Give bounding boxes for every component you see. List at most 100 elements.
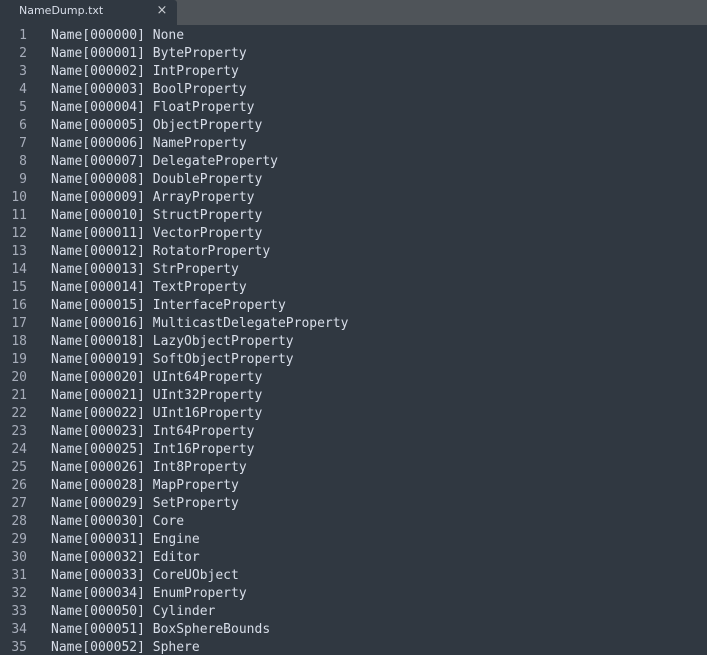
- line-text[interactable]: Name[000029] SetProperty: [51, 495, 239, 513]
- line-text[interactable]: Name[000022] UInt16Property: [51, 405, 262, 423]
- code-line[interactable]: 8 Name[000007] DelegateProperty: [0, 153, 707, 171]
- line-number: 11: [11, 208, 27, 223]
- line-text[interactable]: Name[000030] Core: [51, 513, 184, 531]
- line-text[interactable]: Name[000033] CoreUObject: [51, 567, 239, 585]
- line-number: 4: [19, 82, 27, 97]
- line-number: 29: [11, 532, 27, 547]
- tab-namedump[interactable]: NameDump.txt ×: [0, 0, 177, 25]
- code-line[interactable]: 32 Name[000034] EnumProperty: [0, 585, 707, 603]
- code-line[interactable]: 9 Name[000008] DoubleProperty: [0, 171, 707, 189]
- line-number: 19: [11, 352, 27, 367]
- code-line[interactable]: 31 Name[000033] CoreUObject: [0, 567, 707, 585]
- line-number: 6: [19, 118, 27, 133]
- code-line[interactable]: 19 Name[000019] SoftObjectProperty: [0, 351, 707, 369]
- line-text[interactable]: Name[000023] Int64Property: [51, 423, 255, 441]
- code-line[interactable]: 10 Name[000009] ArrayProperty: [0, 189, 707, 207]
- line-text[interactable]: Name[000001] ByteProperty: [51, 45, 247, 63]
- line-text[interactable]: Name[000019] SoftObjectProperty: [51, 351, 294, 369]
- line-text[interactable]: Name[000015] InterfaceProperty: [51, 297, 286, 315]
- code-line[interactable]: 6 Name[000005] ObjectProperty: [0, 117, 707, 135]
- code-line[interactable]: 23 Name[000023] Int64Property: [0, 423, 707, 441]
- code-line[interactable]: 25 Name[000026] Int8Property: [0, 459, 707, 477]
- line-number: 21: [11, 388, 27, 403]
- line-number: 5: [19, 100, 27, 115]
- code-line[interactable]: 12 Name[000011] VectorProperty: [0, 225, 707, 243]
- tab-title: NameDump.txt: [19, 4, 104, 17]
- line-text[interactable]: Name[000014] TextProperty: [51, 279, 247, 297]
- line-text[interactable]: Name[000018] LazyObjectProperty: [51, 333, 294, 351]
- line-number: 16: [11, 298, 27, 313]
- line-number: 18: [11, 334, 27, 349]
- code-line[interactable]: 33 Name[000050] Cylinder: [0, 603, 707, 621]
- code-line[interactable]: 3 Name[000002] IntProperty: [0, 63, 707, 81]
- line-number: 14: [11, 262, 27, 277]
- tab-bar: NameDump.txt ×: [0, 0, 707, 25]
- code-line[interactable]: 17 Name[000016] MulticastDelegateProperty: [0, 315, 707, 333]
- line-number: 28: [11, 514, 27, 529]
- line-text[interactable]: Name[000008] DoubleProperty: [51, 171, 262, 189]
- line-text[interactable]: Name[000005] ObjectProperty: [51, 117, 262, 135]
- code-line[interactable]: 7 Name[000006] NameProperty: [0, 135, 707, 153]
- code-line[interactable]: 30 Name[000032] Editor: [0, 549, 707, 567]
- line-text[interactable]: Name[000000] None: [51, 27, 184, 45]
- code-line[interactable]: 16 Name[000015] InterfaceProperty: [0, 297, 707, 315]
- code-line[interactable]: 34 Name[000051] BoxSphereBounds: [0, 621, 707, 639]
- line-text[interactable]: Name[000003] BoolProperty: [51, 81, 247, 99]
- code-line[interactable]: 18 Name[000018] LazyObjectProperty: [0, 333, 707, 351]
- line-text[interactable]: Name[000013] StrProperty: [51, 261, 239, 279]
- line-number: 35: [11, 640, 27, 655]
- line-text[interactable]: Name[000006] NameProperty: [51, 135, 247, 153]
- code-line[interactable]: 15 Name[000014] TextProperty: [0, 279, 707, 297]
- code-line[interactable]: 29 Name[000031] Engine: [0, 531, 707, 549]
- line-text[interactable]: Name[000011] VectorProperty: [51, 225, 262, 243]
- line-number: 2: [19, 46, 27, 61]
- line-text[interactable]: Name[000031] Engine: [51, 531, 200, 549]
- line-text[interactable]: Name[000010] StructProperty: [51, 207, 262, 225]
- line-number: 7: [19, 136, 27, 151]
- code-line[interactable]: 2 Name[000001] ByteProperty: [0, 45, 707, 63]
- line-text[interactable]: Name[000012] RotatorProperty: [51, 243, 270, 261]
- code-line[interactable]: 11 Name[000010] StructProperty: [0, 207, 707, 225]
- line-text[interactable]: Name[000026] Int8Property: [51, 459, 247, 477]
- code-line[interactable]: 5 Name[000004] FloatProperty: [0, 99, 707, 117]
- code-line[interactable]: 4 Name[000003] BoolProperty: [0, 81, 707, 99]
- line-text[interactable]: Name[000025] Int16Property: [51, 441, 255, 459]
- line-number: 22: [11, 406, 27, 421]
- line-text[interactable]: Name[000016] MulticastDelegateProperty: [51, 315, 348, 333]
- line-text[interactable]: Name[000009] ArrayProperty: [51, 189, 255, 207]
- code-line[interactable]: 13 Name[000012] RotatorProperty: [0, 243, 707, 261]
- line-text[interactable]: Name[000007] DelegateProperty: [51, 153, 278, 171]
- line-number: 20: [11, 370, 27, 385]
- line-number: 1: [19, 28, 27, 43]
- code-line[interactable]: 35 Name[000052] Sphere: [0, 639, 707, 655]
- code-line[interactable]: 14 Name[000013] StrProperty: [0, 261, 707, 279]
- line-text[interactable]: Name[000051] BoxSphereBounds: [51, 621, 270, 639]
- line-text[interactable]: Name[000002] IntProperty: [51, 63, 239, 81]
- code-line[interactable]: 24 Name[000025] Int16Property: [0, 441, 707, 459]
- code-line[interactable]: 21 Name[000021] UInt32Property: [0, 387, 707, 405]
- code-line[interactable]: 20 Name[000020] UInt64Property: [0, 369, 707, 387]
- line-text[interactable]: Name[000020] UInt64Property: [51, 369, 262, 387]
- code-line[interactable]: 22 Name[000022] UInt16Property: [0, 405, 707, 423]
- line-number: 12: [11, 226, 27, 241]
- line-number: 30: [11, 550, 27, 565]
- line-number: 25: [11, 460, 27, 475]
- code-line[interactable]: 28 Name[000030] Core: [0, 513, 707, 531]
- line-text[interactable]: Name[000004] FloatProperty: [51, 99, 255, 117]
- line-number: 8: [19, 154, 27, 169]
- code-editor[interactable]: 1 Name[000000] None 2 Name[000001] ByteProp…: [0, 27, 707, 655]
- line-text[interactable]: Name[000032] Editor: [51, 549, 200, 567]
- line-text[interactable]: Name[000028] MapProperty: [51, 477, 239, 495]
- code-line[interactable]: 1 Name[000000] None: [0, 27, 707, 45]
- code-line[interactable]: 27 Name[000029] SetProperty: [0, 495, 707, 513]
- line-text[interactable]: Name[000021] UInt32Property: [51, 387, 262, 405]
- line-number: 13: [11, 244, 27, 259]
- line-number: 10: [11, 190, 27, 205]
- line-number: 23: [11, 424, 27, 439]
- close-icon[interactable]: ×: [153, 2, 171, 20]
- text-editor-window: NameDump.txt × 1 Name[000000] None 2 Name[0…: [0, 0, 707, 655]
- line-text[interactable]: Name[000050] Cylinder: [51, 603, 215, 621]
- code-line[interactable]: 26 Name[000028] MapProperty: [0, 477, 707, 495]
- line-text[interactable]: Name[000034] EnumProperty: [51, 585, 247, 603]
- line-text[interactable]: Name[000052] Sphere: [51, 639, 200, 655]
